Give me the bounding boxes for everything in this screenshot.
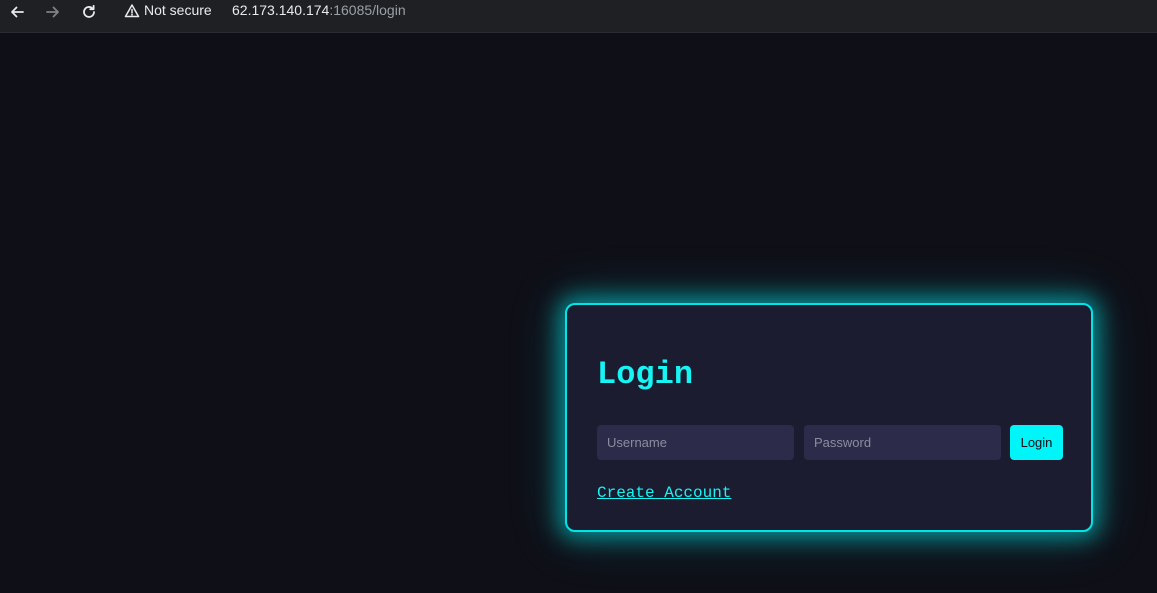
arrow-right-icon (46, 6, 59, 18)
forward-button[interactable] (39, 2, 67, 22)
security-status-label[interactable]: Not secure (144, 2, 212, 18)
login-card: Login Login Create Account (565, 303, 1093, 532)
back-button[interactable] (3, 2, 31, 22)
reload-button[interactable] (75, 2, 103, 22)
url-text[interactable]: 62.173.140.174:16085/login (232, 2, 406, 18)
password-input[interactable] (804, 425, 1001, 460)
login-button[interactable]: Login (1010, 425, 1063, 460)
warning-triangle-icon (124, 4, 140, 18)
login-title: Login (597, 356, 694, 393)
username-input[interactable] (597, 425, 794, 460)
arrow-left-icon (11, 6, 24, 18)
url-path: :16085/login (329, 2, 406, 18)
reload-icon (83, 4, 95, 18)
create-account-link[interactable]: Create Account (597, 484, 731, 502)
url-host: 62.173.140.174 (232, 2, 330, 18)
address-bar[interactable]: Not secure 62.173.140.174:16085/login (112, 0, 1157, 22)
browser-toolbar: Not secure 62.173.140.174:16085/login (0, 0, 1157, 33)
